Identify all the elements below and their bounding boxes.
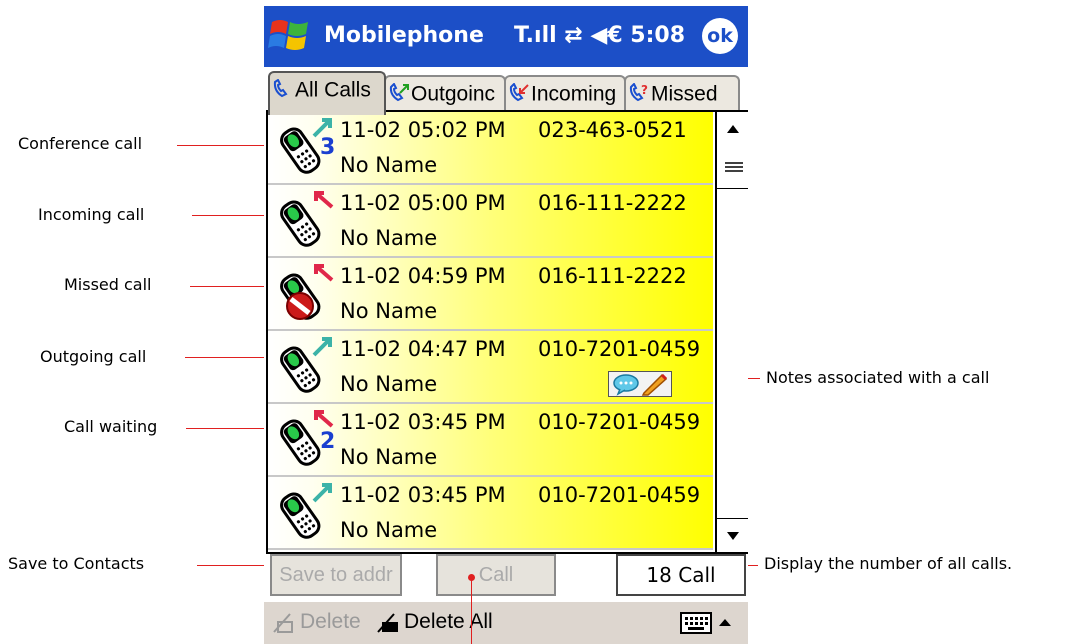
call-name: No Name (340, 518, 438, 542)
call-row-outgoing[interactable]: 11-02 03:45 PM 010-7201-0459 No Name (268, 477, 713, 550)
conference-count-badge: 3 (320, 135, 335, 160)
outgoing-call-icon (280, 483, 332, 539)
call-datetime: 11-02 04:59 PM (340, 264, 506, 288)
title-bar: Mobilephone T.ıll ⇄ ◀€ 5:08 ok (264, 6, 748, 67)
call-number: 023-463-0521 (538, 118, 687, 142)
waiting-count-badge: 2 (320, 429, 335, 454)
tab-missed[interactable]: ? Missed (624, 75, 740, 113)
callout-notes: Notes associated with a call (766, 368, 990, 387)
delete-all-label: Delete All (404, 610, 493, 633)
incoming-call-icon (280, 191, 334, 247)
tab-label: All Calls (295, 78, 371, 102)
call-row-outgoing[interactable]: 11-02 04:47 PM 010-7201-0459 No Name (268, 331, 713, 404)
callout-line (471, 578, 472, 644)
ok-button[interactable]: ok (702, 18, 738, 54)
call-name: No Name (340, 299, 438, 323)
vertical-scrollbar[interactable] (715, 112, 748, 552)
delete-all-icon (377, 613, 398, 634)
tab-label: Outgoinc (411, 82, 496, 106)
incoming-call-icon (509, 82, 529, 102)
callout-line (177, 145, 277, 146)
call-number: 016-111-2222 (538, 264, 687, 288)
call-datetime: 11-02 04:47 PM (340, 337, 506, 361)
missed-call-icon: ? (629, 82, 648, 102)
call-datetime: 11-02 05:00 PM (340, 191, 506, 215)
call-row-incoming[interactable]: 11-02 05:00 PM 016-111-2222 No Name (268, 185, 713, 258)
tab-incoming[interactable]: Incoming (504, 75, 626, 113)
call-note-icon[interactable] (608, 371, 672, 397)
callout-missed-call: Missed call (64, 275, 152, 294)
scroll-thumb[interactable] (717, 146, 748, 189)
outgoing-call-icon (389, 82, 409, 102)
tab-label: Incoming (531, 82, 617, 106)
svg-text:?: ? (641, 83, 648, 97)
call-number: 010-7201-0459 (538, 337, 701, 361)
call-datetime: 11-02 03:45 PM (340, 483, 506, 507)
delete-icon (273, 613, 293, 634)
handset-icon (273, 78, 288, 98)
delete-menu[interactable]: Delete (270, 610, 361, 634)
callout-call-waiting: Call waiting (64, 417, 158, 436)
call-name: No Name (340, 372, 438, 396)
call-row-waiting[interactable]: 2 11-02 03:45 PM 010-7201-0459 No Name (268, 404, 713, 477)
tab-outgoing[interactable]: Outgoinc (384, 75, 506, 113)
menu-bar: Delete Delete All (264, 602, 748, 644)
delete-all-menu[interactable]: Delete All (374, 610, 493, 634)
call-row-conference[interactable]: 3 11-02 05:02 PM 023-463-0521 No Name (268, 112, 713, 185)
input-menu-arrow-icon[interactable] (716, 611, 736, 635)
grip-icon (725, 162, 743, 172)
callout-conference-call: Conference call (18, 134, 143, 153)
save-to-addr-button[interactable]: Save to addr (270, 554, 402, 596)
arrow-up-icon (727, 125, 739, 133)
call-datetime: 11-02 05:02 PM (340, 118, 506, 142)
call-row-missed[interactable]: 11-02 04:59 PM 016-111-2222 No Name (268, 258, 713, 331)
tab-all-calls[interactable]: All Calls (268, 71, 386, 115)
keyboard-icon[interactable] (680, 611, 714, 635)
callout-outgoing-call: Outgoing call (40, 347, 147, 366)
call-waiting-icon: 2 (280, 410, 335, 466)
callout-save-to-contacts: Save to Contacts (8, 554, 145, 573)
call-number: 010-7201-0459 (538, 410, 701, 434)
arrow-down-icon (727, 532, 739, 540)
call-number: 010-7201-0459 (538, 483, 701, 507)
missed-call-icon (280, 264, 334, 320)
call-name: No Name (340, 153, 438, 177)
scroll-up-button[interactable] (717, 112, 748, 147)
callout-incoming-call: Incoming call (38, 205, 145, 224)
conference-call-icon: 3 (280, 118, 335, 174)
call-number: 016-111-2222 (538, 191, 687, 215)
call-button[interactable]: Call (436, 554, 556, 596)
windows-start-icon[interactable] (268, 14, 312, 58)
call-name: No Name (340, 445, 438, 469)
call-list: 3 11-02 05:02 PM 023-463-0521 No Name 11… (266, 110, 748, 554)
pocket-pc-screen: Mobilephone T.ıll ⇄ ◀€ 5:08 ok All Calls… (264, 6, 748, 644)
call-name: No Name (340, 226, 438, 250)
scroll-down-button[interactable] (717, 518, 748, 552)
call-datetime: 11-02 03:45 PM (340, 410, 506, 434)
status-icons: T.ıll ⇄ ◀€ 5:08 (514, 23, 686, 48)
delete-label: Delete (300, 610, 361, 633)
window-title: Mobilephone (324, 23, 484, 48)
tab-label: Missed (651, 82, 718, 106)
outgoing-call-icon (280, 337, 332, 393)
tab-strip: All Calls Outgoinc Incoming ? Missed (264, 67, 748, 115)
callout-call-count: Display the number of all calls. (764, 554, 1013, 573)
call-count-display: 18 Call (616, 554, 746, 596)
